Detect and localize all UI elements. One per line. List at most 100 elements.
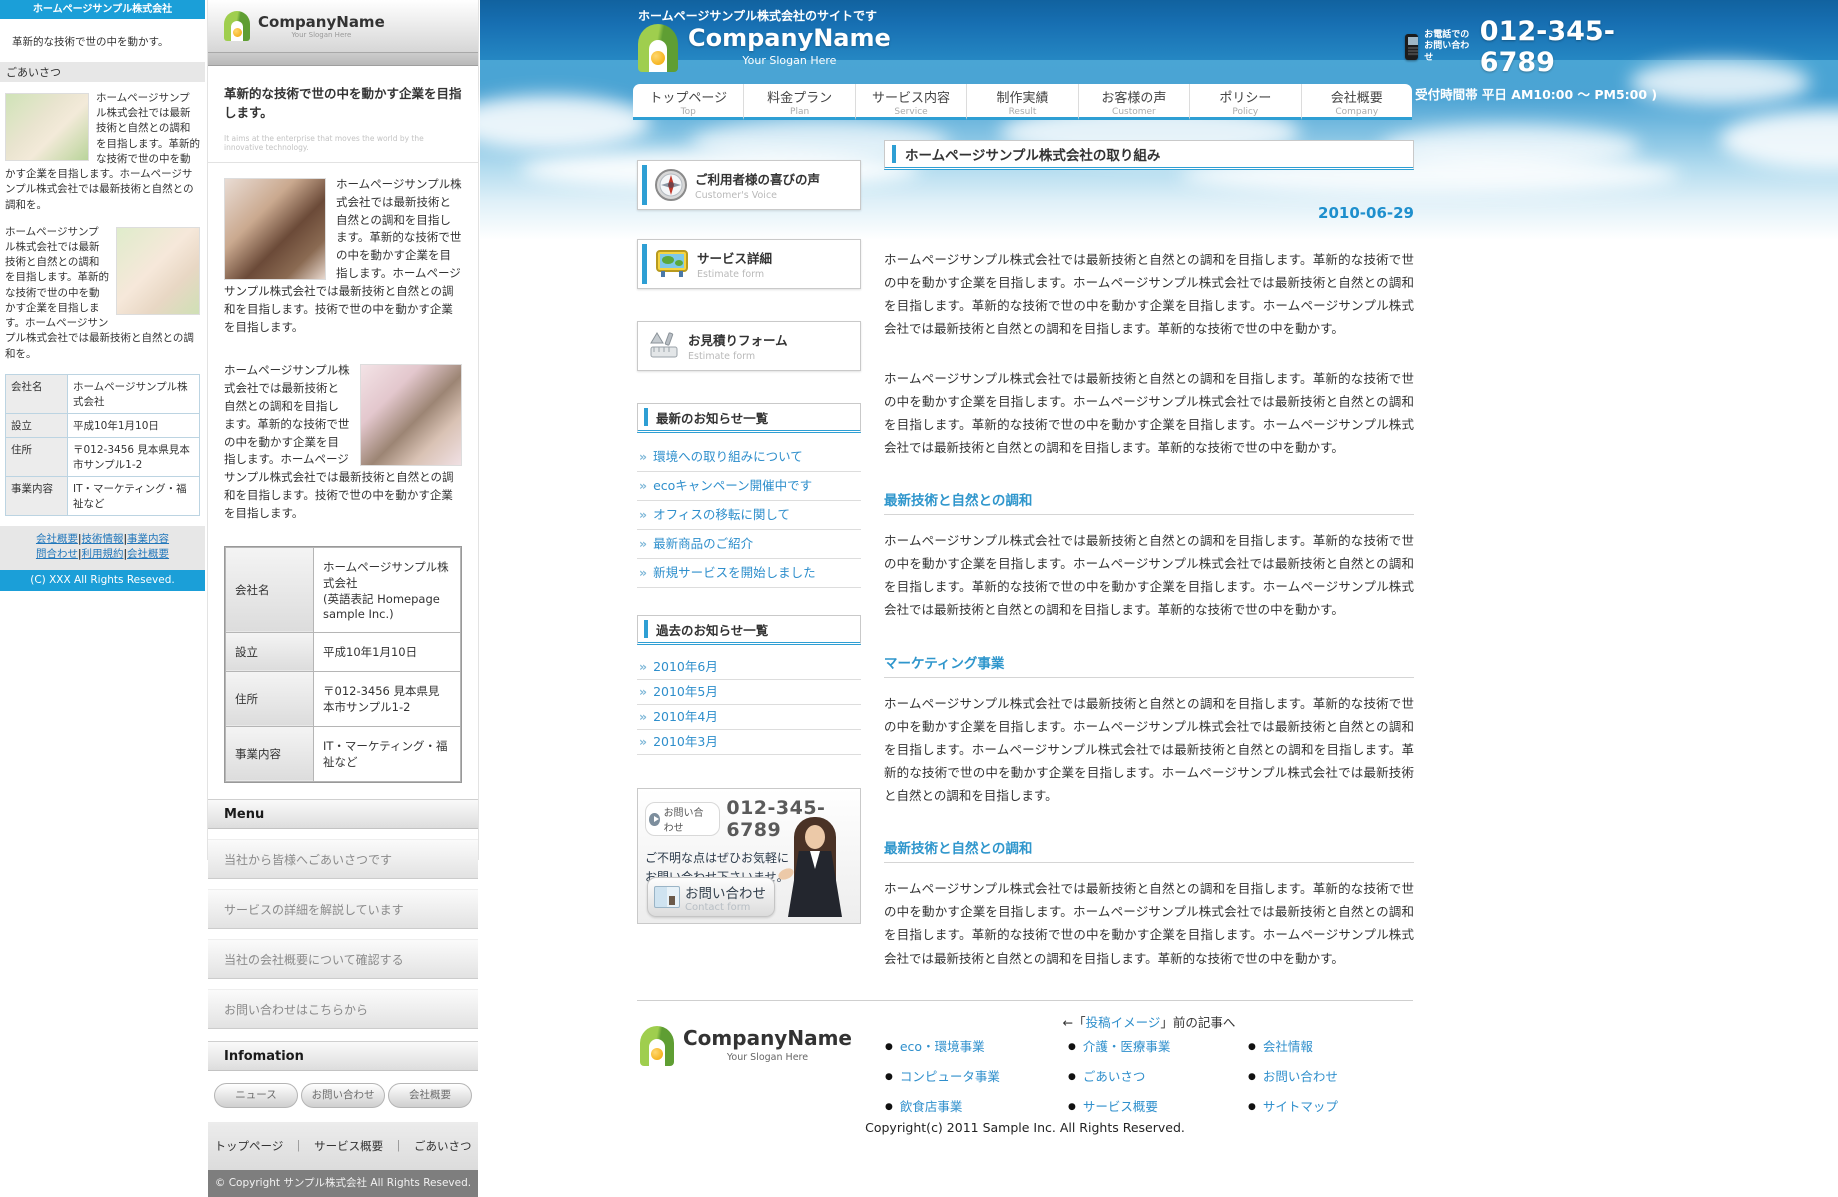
news-link[interactable]: »新規サービスを開始しました [637,559,861,588]
archive-link[interactable]: »2010年5月 [637,680,861,705]
chevron-bullet-icon: » [639,565,647,580]
mid-site-copyright-bar: © Copyright サンプル株式会社 All Rights Reseved. [208,1170,478,1197]
previous-article-nav: ←「投稿イメージ」前の記事へ [884,1012,1414,1031]
table-value: IT・マーケティング・福祉など [314,726,461,781]
nav-tab-service[interactable]: サービス内容Service [856,84,967,120]
footer-link[interactable]: ●eco・環境事業 [885,1036,1060,1055]
logo-slogan: Your Slogan Here [258,31,385,39]
left-site-panel: ホームページサンプル株式会社 革新的な技術で世の中を動かす。 ごあいさつ ホーム… [0,0,205,502]
archive-link[interactable]: »2010年3月 [637,730,861,755]
chevron-bullet-icon: » [639,709,647,724]
footer-link[interactable]: ●飲食店事業 [885,1096,1060,1115]
company-info-table: 会社名 ホームページサンプル株式会社 設立 平成10年1月10日 住所 〒012… [5,374,200,516]
footer-link[interactable]: トップページ [215,1139,284,1153]
article-paragraph: ホームページサンプル株式会社では最新技術と自然との調和を目指します。革新的な技術… [884,529,1414,622]
footer-link[interactable]: 会社概要 [36,533,78,545]
news-button[interactable]: ニュース [214,1083,298,1108]
news-link[interactable]: »最新商品のご紹介 [637,530,861,559]
article-paragraph: ホームページサンプル株式会社では最新技術と自然との調和を目指します。革新的な技術… [884,367,1414,460]
footer-link[interactable]: 事業内容 [127,533,169,545]
prev-nav-suffix: 」前の記事へ [1160,1015,1235,1030]
footer-link[interactable]: 利用規約 [82,548,124,560]
news-link[interactable]: »オフィスの移転に関して [637,501,861,530]
bullet-icon: ● [885,1072,893,1082]
bullet-icon: ● [1248,1042,1256,1052]
news-link[interactable]: »ecoキャンペーン開催中です [637,472,861,501]
footer-link[interactable]: ●コンピュータ事業 [885,1066,1060,1085]
service-detail-button[interactable]: サービス詳細 Estimate form [637,239,861,289]
chevron-bullet-icon: » [639,536,647,551]
menu-item[interactable]: お問い合わせはこちらから [208,989,478,1029]
left-site-intro-block-1: ホームページサンプル株式会社では最新技術と自然との調和を目指します。革新的な技術… [0,91,205,213]
chevron-bullet-icon: » [639,478,647,493]
footer-link[interactable]: 技術情報 [82,533,124,545]
article-section-heading: 最新技術と自然との調和 [884,837,1414,863]
nav-tab-top[interactable]: トップページTop [633,84,744,120]
logo-slogan: Your Slogan Here [688,54,891,67]
contact-button[interactable]: お問い合わせ [301,1083,385,1108]
nav-tab-plan[interactable]: 料金プランPlan [744,84,855,120]
table-value: 〒012-3456 見本県見本市サンプル1-2 [68,437,200,476]
article-column: ホームページサンプル株式会社の取り組み 2010-06-29 ホームページサンプ… [884,140,1414,1031]
customer-voice-button[interactable]: ご利用者様の喜びの声 Customer's Voice [637,160,861,210]
table-label: 設立 [226,632,314,671]
news-list-header: 最新のお知らせ一覧 [637,403,861,433]
footer-link-column: ●会社情報 ●お問い合わせ ●サイトマップ [1248,1036,1423,1126]
footer-link[interactable]: ●ごあいさつ [1068,1066,1243,1085]
table-label: 設立 [6,413,68,437]
company-profile-button[interactable]: 会社概要 [388,1083,472,1108]
hero-headline: 革新的な技術で世の中を動かす企業を目指します。 [224,83,462,121]
footer-link[interactable]: ●サービス概要 [1068,1096,1243,1115]
footer-link[interactable]: 会社概要 [127,548,169,560]
main-site-logo[interactable]: CompanyName Your Slogan Here [638,24,891,72]
link-separator: ｜ [393,1139,405,1153]
footer-link[interactable]: ごあいさつ [414,1139,472,1153]
contact-form-button[interactable]: お問い合わせ Contact form [647,877,775,917]
news-link[interactable]: »環境への取り組みについて [637,443,861,472]
map-icon [654,248,690,280]
table-row: 住所 〒012-3456 見本県見本市サンプル1-2 [6,437,200,476]
mid-site-panel: CompanyName Your Slogan Here 革新的な技術で世の中を… [207,0,479,860]
footer-link[interactable]: ●会社情報 [1248,1036,1423,1055]
accent-bar [892,145,896,163]
header-strip [208,52,478,66]
archive-link[interactable]: »2010年6月 [637,655,861,680]
bullet-icon: ● [885,1042,893,1052]
footer-link[interactable]: ●介護・医療事業 [1068,1036,1243,1055]
menu-item[interactable]: 当社の会社概要について確認する [208,939,478,979]
footer-link[interactable]: サービス概要 [314,1139,383,1153]
left-site-copyright-bar: (C) XXX All Rights Reseved. [0,570,205,591]
table-row: 事業内容 IT・マーケティング・福祉など [226,726,461,781]
table-label: 事業内容 [6,476,68,515]
footer-link[interactable]: ●お問い合わせ [1248,1066,1423,1085]
left-site-header-bar: ホームページサンプル株式会社 [0,0,205,19]
footer-link[interactable]: 問合わせ [36,548,78,560]
chevron-bullet-icon: » [639,734,647,749]
footer-logo[interactable]: CompanyName Your Slogan Here [640,1026,852,1066]
woman-photo [360,364,462,466]
estimate-form-button[interactable]: お見積りフォーム Estimate form [637,321,861,371]
previous-article-link[interactable]: 投稿イメージ [1086,1015,1161,1030]
menu-item[interactable]: 当社から皆様へごあいさつです [208,839,478,879]
accent-bar [642,165,647,205]
article-paragraph: ホームページサンプル株式会社では最新技術と自然との調和を目指します。革新的な技術… [884,877,1414,970]
link-separator: ｜ [293,1139,305,1153]
hero-subheadline-en: It aims at the enterprise that moves the… [224,134,462,152]
table-row: 設立 平成10年1月10日 [6,413,200,437]
nav-tab-policy[interactable]: ポリシーPolicy [1190,84,1301,120]
article-section-heading: マーケティング事業 [884,652,1414,678]
mid-site-logo[interactable]: CompanyName Your Slogan Here [258,13,385,39]
mid-site-header: CompanyName Your Slogan Here [208,0,478,52]
table-label: 住所 [226,671,314,726]
nav-tab-result[interactable]: 制作実績Result [967,84,1078,120]
article-title-bar: ホームページサンプル株式会社の取り組み [884,140,1414,170]
contact-book-icon [654,886,680,908]
archive-link[interactable]: »2010年4月 [637,705,861,730]
nav-tab-customer[interactable]: お客様の声Customer [1079,84,1190,120]
nav-tab-company[interactable]: 会社概要Company [1302,84,1412,120]
article-date: 2010-06-29 [884,204,1414,222]
table-value: IT・マーケティング・福祉など [68,476,200,515]
footer-link-column: ●介護・医療事業 ●ごあいさつ ●サービス概要 [1068,1036,1243,1126]
footer-link[interactable]: ●サイトマップ [1248,1096,1423,1115]
menu-item[interactable]: サービスの詳細を解説しています [208,889,478,929]
